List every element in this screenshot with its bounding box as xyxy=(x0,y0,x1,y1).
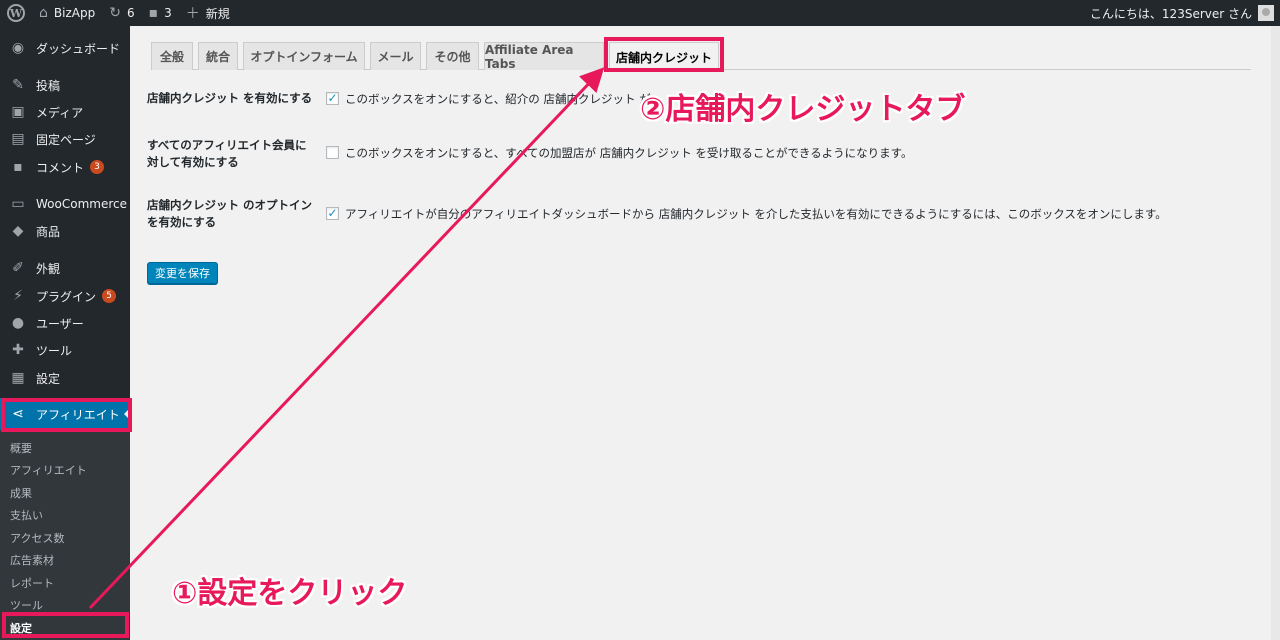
annotation-step1: ①設定をクリック xyxy=(172,576,408,611)
annotation-step2: ②店舗内クレジットタブ xyxy=(640,92,966,127)
